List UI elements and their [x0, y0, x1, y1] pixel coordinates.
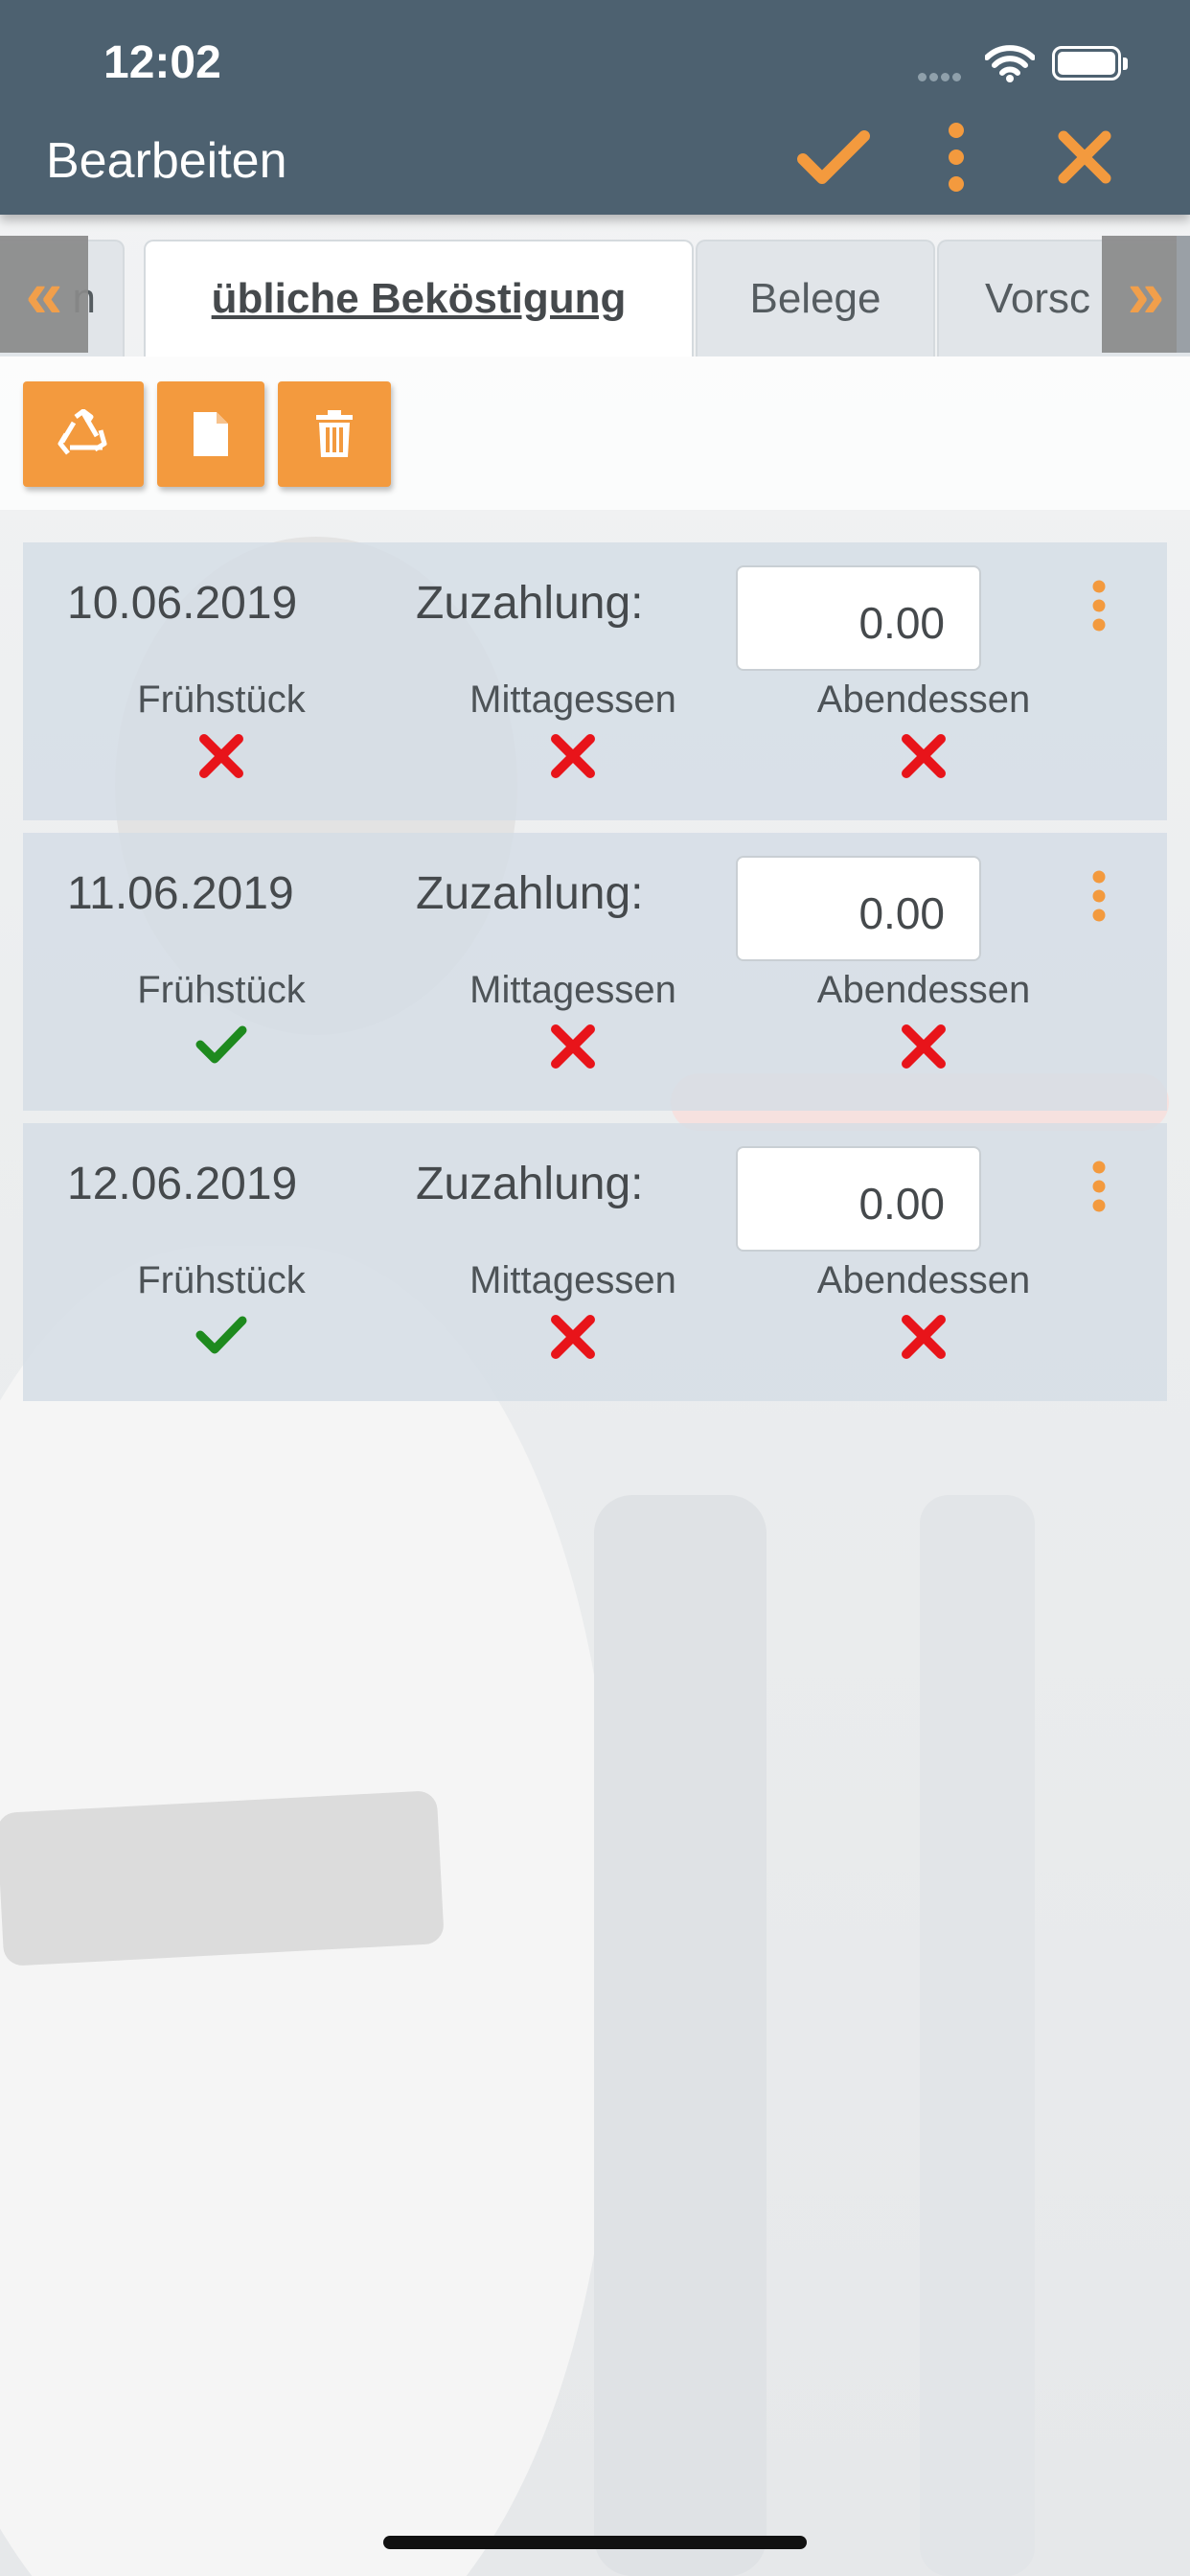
cross-icon	[448, 733, 698, 781]
check-icon	[797, 130, 870, 184]
meal-fruehstueck[interactable]: Frühstück	[97, 678, 346, 781]
cross-icon	[448, 1024, 698, 1071]
cross-icon	[799, 1314, 1048, 1362]
tab-bar: n übliche Beköstigung Belege Vorsc « »	[0, 236, 1190, 356]
meal-mittagessen[interactable]: Mittagessen	[448, 678, 698, 781]
recycle-icon	[57, 409, 107, 455]
zuzahlung-label: Zuzahlung:	[416, 868, 644, 919]
cross-icon	[799, 733, 1048, 781]
day-more-button[interactable]	[1085, 577, 1113, 634]
day-date: 11.06.2019	[67, 868, 294, 919]
day-date: 10.06.2019	[67, 578, 298, 629]
new-document-button[interactable]	[157, 381, 264, 487]
document-icon	[194, 412, 228, 456]
day-more-button[interactable]	[1085, 867, 1113, 925]
zuzahlung-label: Zuzahlung:	[416, 578, 644, 629]
save-button[interactable]	[795, 119, 872, 196]
meal-mittagessen[interactable]: Mittagessen	[448, 969, 698, 1071]
day-more-button[interactable]	[1085, 1158, 1113, 1215]
home-indicator[interactable]	[383, 2536, 807, 2549]
day-card: 11.06.2019 Zuzahlung: Frühstück Mittages…	[23, 833, 1167, 1111]
day-card: 10.06.2019 Zuzahlung: Frühstück Mittages…	[23, 542, 1167, 820]
meal-abendessen[interactable]: Abendessen	[799, 1259, 1048, 1362]
zuzahlung-input[interactable]	[736, 856, 981, 961]
cross-icon	[97, 733, 346, 781]
app-header: 12:02 Bearbeiten	[0, 0, 1190, 215]
cross-icon	[799, 1024, 1048, 1071]
delete-button[interactable]	[278, 381, 391, 487]
day-card: 12.06.2019 Zuzahlung: Frühstück Mittages…	[23, 1123, 1167, 1401]
meal-abendessen[interactable]: Abendessen	[799, 969, 1048, 1071]
scroll-tabs-left-button[interactable]: «	[0, 236, 88, 353]
cross-icon	[448, 1314, 698, 1362]
cellular-signal-icon	[918, 69, 964, 86]
check-icon	[97, 1314, 346, 1362]
more-vertical-icon	[1092, 580, 1106, 632]
day-date: 12.06.2019	[67, 1159, 298, 1209]
close-icon	[1058, 130, 1111, 184]
recycle-button[interactable]	[23, 381, 144, 487]
meal-fruehstueck[interactable]: Frühstück	[97, 969, 346, 1071]
page-title: Bearbeiten	[46, 133, 287, 189]
double-chevron-left-icon: «	[25, 257, 63, 332]
more-vertical-icon	[1092, 1161, 1106, 1212]
status-time: 12:02	[103, 37, 221, 88]
more-vertical-icon	[1092, 870, 1106, 922]
wifi-icon	[984, 44, 1036, 87]
close-button[interactable]	[1046, 119, 1123, 196]
zuzahlung-input[interactable]	[736, 1146, 981, 1252]
more-vertical-icon	[949, 123, 964, 192]
double-chevron-right-icon: »	[1127, 257, 1165, 332]
zuzahlung-input[interactable]	[736, 565, 981, 671]
check-icon	[97, 1024, 346, 1071]
meal-abendessen[interactable]: Abendessen	[799, 678, 1048, 781]
trash-icon	[316, 410, 353, 457]
battery-icon	[1052, 46, 1121, 80]
more-menu-button[interactable]	[927, 119, 985, 196]
tab-uebliche-bekoestigung[interactable]: übliche Beköstigung	[144, 240, 694, 356]
meal-fruehstueck[interactable]: Frühstück	[97, 1259, 346, 1362]
tab-belege[interactable]: Belege	[696, 240, 935, 356]
meal-mittagessen[interactable]: Mittagessen	[448, 1259, 698, 1362]
zuzahlung-label: Zuzahlung:	[416, 1159, 644, 1209]
